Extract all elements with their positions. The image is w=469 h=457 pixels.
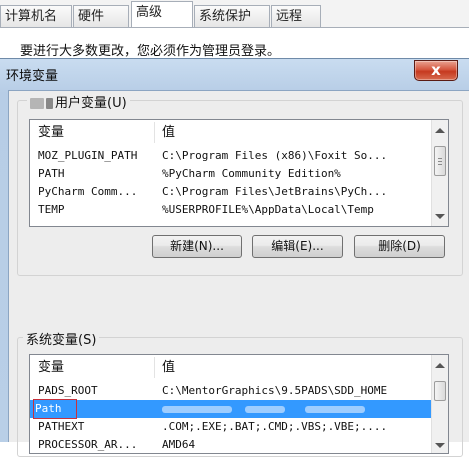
tab-remote[interactable]: 远程 xyxy=(271,5,321,27)
column-header-value[interactable]: 值 xyxy=(154,120,424,144)
list-item[interactable]: PyCharm Comm... C:\Program Files\JetBrai… xyxy=(30,183,448,201)
redacted-path-value xyxy=(162,400,366,418)
user-variables-scrollbar[interactable] xyxy=(431,120,448,226)
new-variable-button[interactable]: 新建(N)... xyxy=(152,235,242,258)
scrollbar-thumb[interactable] xyxy=(434,146,446,176)
variable-name: PATHEXT xyxy=(38,420,85,433)
variable-name: PATH xyxy=(38,167,65,180)
system-properties-tabbar: 计算机名 硬件 高级 系统保护 远程 xyxy=(0,0,469,28)
variable-name: MOZ_PLUGIN_PATH xyxy=(38,149,138,162)
variable-value: C:\Program Files (x86)\Foxit So... xyxy=(162,149,388,162)
tab-system-protection[interactable]: 系统保护 xyxy=(194,5,270,27)
system-variables-list[interactable]: 变量 值 PADS_ROOT C:\MentorGraphics\9.5PADS… xyxy=(29,354,449,454)
variable-name: TEMP xyxy=(38,203,65,216)
variable-value: C:\MentorGraphics\9.5PADS\SDD_HOME xyxy=(162,384,388,397)
list-item[interactable]: MOZ_PLUGIN_PATH C:\Program Files (x86)\F… xyxy=(30,147,448,165)
redacted-username xyxy=(46,98,53,109)
scroll-down-icon[interactable] xyxy=(435,214,445,219)
close-button[interactable]: x xyxy=(414,60,458,81)
dialog-titlebar[interactable]: 环境变量 x xyxy=(0,59,469,89)
user-variables-label-text: 用户变量(U) xyxy=(55,96,127,111)
list-item[interactable]: TEMP %USERPROFILE%\AppData\Local\Temp xyxy=(30,201,448,219)
system-variables-label: 系统变量(S) xyxy=(23,329,100,348)
list-item[interactable]: PATH %PyCharm Community Edition% xyxy=(30,165,448,183)
variable-name: PADS_ROOT xyxy=(38,384,98,397)
scroll-up-icon[interactable] xyxy=(435,363,445,368)
column-header-value[interactable]: 值 xyxy=(154,355,424,379)
variable-value: .COM;.EXE;.BAT;.CMD;.VBS;.VBE;.... xyxy=(162,420,388,433)
edit-variable-button[interactable]: 编辑(E)... xyxy=(252,235,343,258)
variable-name: PyCharm Comm... xyxy=(38,185,138,198)
dialog-client-area: 用户变量(U) 变量 值 MOZ_PLUGIN_PATH C:\Program … xyxy=(8,90,469,457)
delete-variable-button[interactable]: 删除(D) xyxy=(354,235,445,258)
scrollbar-thumb[interactable] xyxy=(434,381,446,401)
dialog-title: 环境变量 xyxy=(6,69,59,84)
admin-notice: 要进行大多数更改，您必须作为管理员登录。 xyxy=(20,44,281,59)
variable-value: %USERPROFILE%\AppData\Local\Temp xyxy=(162,203,374,216)
scroll-down-icon[interactable] xyxy=(435,443,445,448)
tab-advanced[interactable]: 高级 xyxy=(131,1,193,28)
variable-name: Path xyxy=(33,399,77,419)
user-variables-label: 用户变量(U) xyxy=(27,92,130,111)
variable-value: C:\Program Files\JetBrains\PyCh... xyxy=(162,185,388,198)
close-icon: x xyxy=(431,61,441,79)
system-variables-header: 变量 值 xyxy=(30,355,448,379)
scroll-up-icon[interactable] xyxy=(435,128,445,133)
variable-value: AMD64 xyxy=(162,438,196,451)
user-variables-header: 变量 值 xyxy=(30,120,448,144)
tab-hardware[interactable]: 硬件 xyxy=(73,5,129,27)
list-item[interactable]: PATHEXT .COM;.EXE;.BAT;.CMD;.VBS;.VBE;..… xyxy=(30,418,448,436)
redacted-username xyxy=(30,98,44,109)
list-item[interactable]: PROCESSOR_AR... AMD64 xyxy=(30,436,448,453)
system-variables-scrollbar[interactable] xyxy=(431,355,448,453)
list-item-selected[interactable]: Path xyxy=(30,399,448,419)
tab-divider xyxy=(0,27,469,28)
column-header-variable[interactable]: 变量 xyxy=(30,355,154,379)
variable-name: PROCESSOR_AR... xyxy=(38,438,138,451)
variable-value: %PyCharm Community Edition% xyxy=(162,167,341,180)
environment-variables-dialog: 环境变量 x 用户变量(U) 变量 值 MOZ_PLUGIN_PATH C:\P… xyxy=(0,58,469,457)
user-variables-list[interactable]: 变量 值 MOZ_PLUGIN_PATH C:\Program Files (x… xyxy=(29,119,449,227)
tab-computer-name[interactable]: 计算机名 xyxy=(0,5,72,27)
column-header-variable[interactable]: 变量 xyxy=(30,120,154,144)
list-item[interactable]: PADS_ROOT C:\MentorGraphics\9.5PADS\SDD_… xyxy=(30,382,448,400)
